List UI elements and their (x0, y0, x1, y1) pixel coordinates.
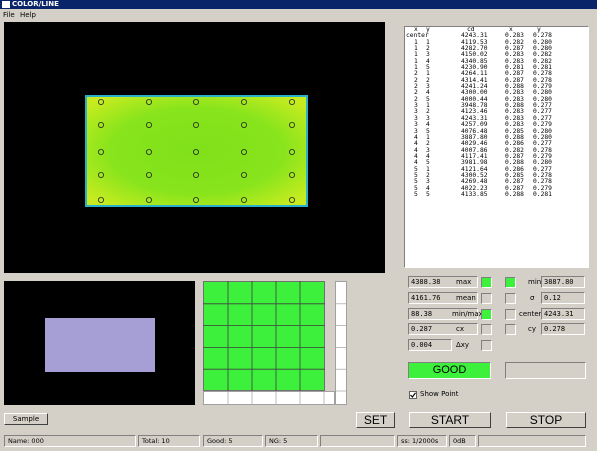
grid-side-strip (335, 281, 347, 405)
status-shutter: ss: 1/2000s (397, 435, 447, 447)
min-label: min (528, 278, 542, 286)
center-indicator (505, 309, 516, 320)
set-button[interactable]: SET (356, 412, 395, 428)
center-label: center (519, 310, 542, 318)
status-total: Total: 10 (138, 435, 200, 447)
status-extra (478, 435, 586, 447)
window-title: COLOR/LINE (12, 0, 59, 8)
cy-indicator (505, 324, 516, 335)
max-label: max (456, 278, 472, 286)
min-value-field: 3887.80 (541, 276, 585, 288)
cx-label: cx (456, 325, 464, 333)
app-icon (2, 1, 10, 8)
result-indicator: GOOD (408, 362, 491, 379)
cx-indicator (481, 324, 492, 335)
measurement-table[interactable]: x y cd x y center 4243.31 0.283 0.278 1 1 4119… (404, 26, 589, 268)
show-point-label: Show Point (420, 390, 459, 398)
thumbnail-view (4, 281, 195, 405)
sigma-indicator (505, 293, 516, 304)
menu-file[interactable]: File (3, 9, 15, 21)
sample-button[interactable]: Sample (4, 413, 48, 425)
table-row: 5 5 4133.85 0.288 0.281 (405, 190, 588, 198)
cell-cx: 0.288 (505, 190, 524, 198)
minmax-label: min/max (452, 310, 483, 318)
status-name: Name: 000 (4, 435, 136, 447)
center-value-field: 4243.31 (541, 308, 585, 320)
result-secondary (505, 362, 586, 379)
mean-indicator (481, 293, 492, 304)
uniformity-grid (203, 281, 325, 391)
status-gain: 0dB (449, 435, 476, 447)
table-body: center 4243.31 0.283 0.278 1 1 4119.53 0.282 0.2… (405, 32, 588, 198)
menu-bar: File Help (0, 9, 597, 21)
start-button[interactable]: START (409, 412, 491, 428)
status-blank (320, 435, 395, 447)
status-good: Good: 5 (203, 435, 263, 447)
min-indicator (505, 277, 516, 288)
sigma-value-field: 0.12 (541, 292, 585, 304)
dxy-value-field: 0.004 (408, 339, 452, 351)
show-point-checkbox[interactable] (409, 391, 417, 399)
cell-cy: 0.281 (533, 190, 552, 198)
dxy-label: Δxy (456, 341, 470, 349)
luminance-panel (85, 95, 308, 207)
minmax-indicator (481, 309, 492, 320)
cy-value-field: 0.278 (541, 323, 585, 335)
thumbnail-panel (45, 318, 155, 372)
stop-button[interactable]: STOP (506, 412, 586, 428)
cx-value-field: 0.287 (408, 323, 478, 335)
camera-view[interactable] (4, 22, 385, 273)
max-indicator (481, 277, 492, 288)
grid-bottom-strip (203, 391, 335, 405)
cell-y: 5 (426, 190, 430, 198)
status-ng: NG: 5 (265, 435, 318, 447)
cy-label: cy (528, 325, 536, 333)
dxy-indicator (481, 340, 492, 351)
menu-help[interactable]: Help (20, 9, 36, 21)
sigma-label: σ (530, 294, 535, 302)
title-bar: COLOR/LINE (0, 0, 597, 9)
cell-cd: 4133.85 (461, 190, 488, 198)
cell-x: 5 (414, 190, 418, 198)
mean-label: mean (456, 294, 476, 302)
